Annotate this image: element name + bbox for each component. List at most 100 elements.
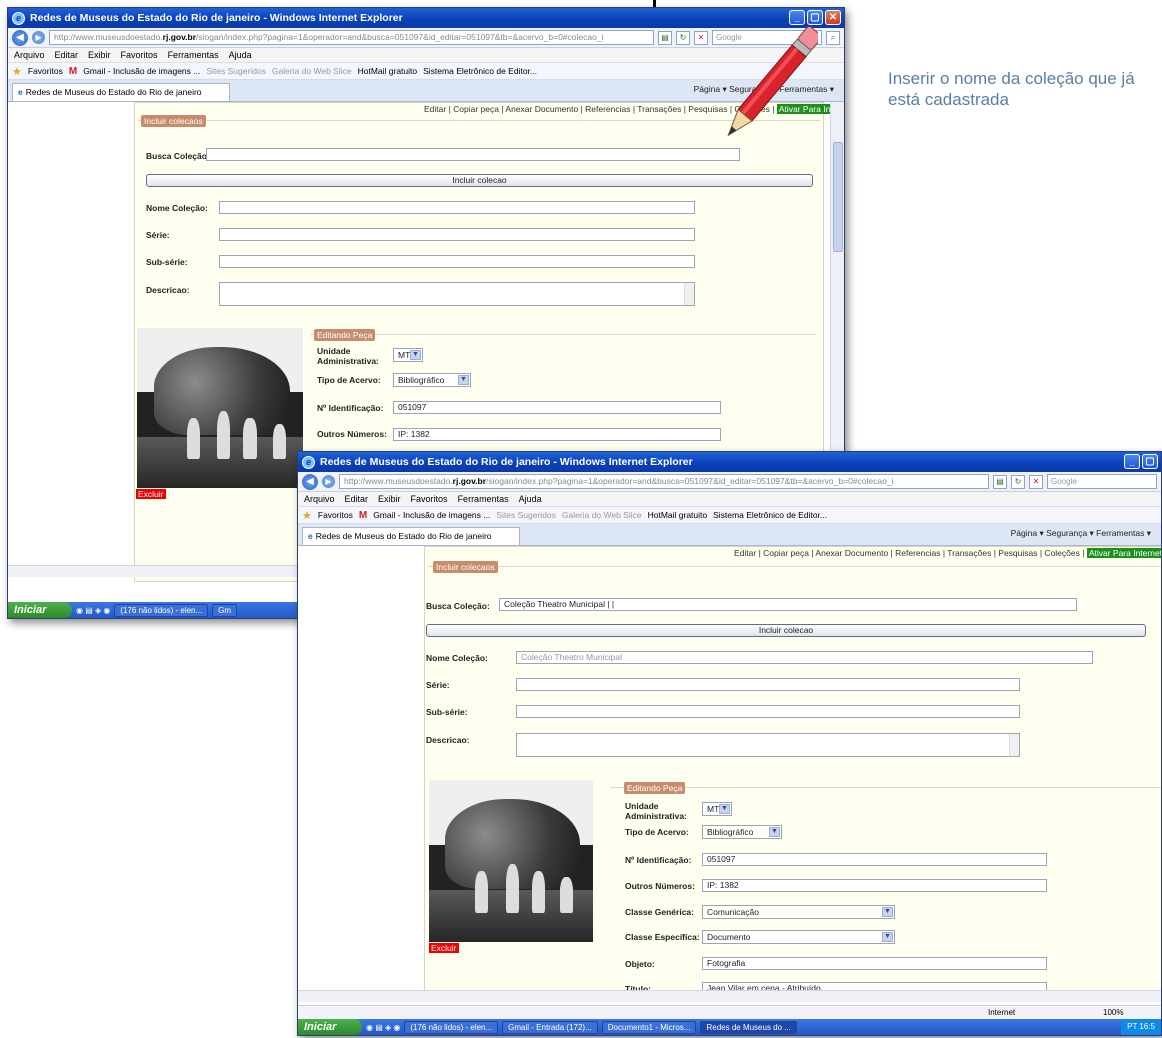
- menu-arquivo[interactable]: Arquivo: [14, 50, 45, 60]
- menu-ajuda[interactable]: Ajuda: [229, 50, 252, 60]
- busca-colecao-input[interactable]: [206, 148, 740, 161]
- favorite-sites-sugeridos[interactable]: Sites Sugeridos: [496, 510, 556, 520]
- page-icon: e: [18, 87, 23, 97]
- tab-redes-museus[interactable]: e Redes de Museus do Estado do Rio de jan…: [302, 527, 520, 545]
- search-field[interactable]: Google: [1047, 474, 1157, 489]
- start-button[interactable]: Iniciar: [298, 1019, 362, 1035]
- classe-especifica-label: Classe Específica:: [625, 932, 700, 942]
- favorite-sites-sugeridos[interactable]: Sites Sugeridos: [206, 66, 266, 76]
- favorites-button[interactable]: Favoritos: [318, 510, 353, 520]
- subserie-input[interactable]: [516, 705, 1020, 718]
- forward-button[interactable]: ▶: [32, 31, 45, 44]
- favorite-gmail[interactable]: Gmail - Inclusão de imagens ...: [373, 510, 490, 520]
- textarea-scrollbar[interactable]: [684, 283, 694, 305]
- textarea-scrollbar[interactable]: [1009, 734, 1019, 756]
- task-gmail-unread[interactable]: (176 não lidos) - elen...: [404, 1020, 499, 1034]
- task-redes-museus[interactable]: Redes de Museus do ...: [700, 1020, 797, 1034]
- horizontal-scrollbar[interactable]: [298, 990, 1161, 1002]
- nome-colecao-input[interactable]: [219, 201, 695, 214]
- excluir-button[interactable]: Excluir: [429, 943, 459, 953]
- descricao-textarea[interactable]: [219, 282, 695, 306]
- back-button[interactable]: ◀: [12, 29, 28, 46]
- favorites-bar: ★ Favoritos M Gmail - Inclusão de imagen…: [8, 63, 844, 80]
- unidade-select[interactable]: MT ▼: [393, 348, 423, 362]
- incluir-colecao-button[interactable]: Incluir colecao: [146, 174, 813, 187]
- menu-ferramentas[interactable]: Ferramentas: [458, 494, 509, 504]
- task-gmail-unread[interactable]: (176 não lidos) - elen...: [114, 603, 209, 617]
- menu-favoritos[interactable]: Favoritos: [121, 50, 158, 60]
- classe-generica-label: Classe Genérica:: [625, 907, 694, 917]
- quicklaunch-icons[interactable]: ◉ ▤ ◈ ◉: [76, 606, 110, 615]
- serie-input[interactable]: [516, 678, 1020, 691]
- favorite-sistema[interactable]: Sistema Eletrônico de Editor...: [423, 66, 537, 76]
- stop-icon[interactable]: ✕: [1029, 474, 1043, 489]
- tab-redes-museus[interactable]: e Redes de Museus do Estado do Rio de jan…: [12, 83, 230, 101]
- objeto-input[interactable]: Fotografia: [702, 957, 1047, 970]
- busca-colecao-input[interactable]: Coleção Theatro Municipal | |: [499, 598, 1077, 611]
- forward-button[interactable]: ▶: [322, 475, 335, 488]
- url-field[interactable]: http://www.museusdoestado.rj.gov.br/siog…: [339, 474, 989, 489]
- start-button[interactable]: Iniciar: [8, 602, 72, 618]
- minimize-button[interactable]: _: [1124, 454, 1140, 469]
- refresh-icon[interactable]: ↻: [676, 30, 690, 45]
- identificacao-label: Nº Identificação:: [317, 403, 384, 413]
- nome-colecao-input[interactable]: Coleção Theatro Municipal: [516, 651, 1093, 664]
- chevron-down-icon: ▼: [769, 827, 780, 837]
- favorite-hotmail[interactable]: HotMail gratuito: [648, 510, 708, 520]
- compat-view-icon[interactable]: ▤: [658, 30, 672, 45]
- tipo-acervo-select[interactable]: Bibliográfico ▼: [702, 825, 782, 839]
- chevron-down-icon: ▼: [882, 932, 893, 942]
- descricao-textarea[interactable]: [516, 733, 1020, 757]
- excluir-button[interactable]: Excluir: [136, 489, 166, 499]
- ativar-internet-button[interactable]: Ativar Para Internet: [1086, 548, 1161, 558]
- window-titlebar[interactable]: e Redes de Museus do Estado do Rio de ja…: [8, 8, 844, 28]
- serie-input[interactable]: [219, 228, 695, 241]
- favorite-galeria[interactable]: Galeria do Web Slice: [562, 510, 642, 520]
- command-bar[interactable]: Página ▾ Segurança ▾ Ferramentas ▾: [1011, 528, 1151, 539]
- system-tray: PT 16:5: [1121, 1019, 1161, 1035]
- compat-view-icon[interactable]: ▤: [993, 474, 1007, 489]
- tipo-acervo-select[interactable]: Bibliográfico ▼: [393, 373, 471, 387]
- objeto-label: Objeto:: [625, 959, 655, 969]
- outros-numeros-input[interactable]: IP: 1382: [702, 879, 1047, 892]
- outros-numeros-input[interactable]: IP: 1382: [393, 428, 721, 441]
- back-button[interactable]: ◀: [302, 473, 318, 490]
- menu-favoritos[interactable]: Favoritos: [411, 494, 448, 504]
- favorite-galeria[interactable]: Galeria do Web Slice: [272, 66, 352, 76]
- task-gmail[interactable]: Gm: [212, 603, 238, 617]
- menu-exibir[interactable]: Exibir: [88, 50, 111, 60]
- menu-arquivo[interactable]: Arquivo: [304, 494, 335, 504]
- identificacao-input[interactable]: 051097: [393, 401, 721, 414]
- maximize-button[interactable]: ▢: [1142, 454, 1158, 469]
- classe-especifica-select[interactable]: Documento ▼: [702, 930, 895, 944]
- quicklaunch-icons[interactable]: ◉ ▤ ◈ ◉: [366, 1023, 400, 1032]
- descricao-label: Descricao:: [426, 735, 470, 745]
- task-gmail-inbox[interactable]: Gmail - Entrada (172)...: [502, 1020, 598, 1034]
- identificacao-input[interactable]: 051097: [702, 853, 1047, 866]
- url-field[interactable]: http://www.museusdoestado.rj.gov.br/siog…: [49, 30, 654, 45]
- tipo-acervo-label: Tipo de Acervo:: [317, 375, 381, 385]
- refresh-icon[interactable]: ↻: [1011, 474, 1025, 489]
- nome-colecao-label: Nome Coleção:: [426, 653, 488, 663]
- favorite-sistema[interactable]: Sistema Eletrônico de Editor...: [713, 510, 827, 520]
- task-documento[interactable]: Documento1 - Micros...: [601, 1020, 697, 1034]
- menu-editar[interactable]: Editar: [345, 494, 369, 504]
- incluir-colecao-button[interactable]: Incluir colecao: [426, 624, 1146, 637]
- favorites-button[interactable]: Favoritos: [28, 66, 63, 76]
- window-titlebar[interactable]: e Redes de Museus do Estado do Rio de ja…: [298, 452, 1161, 472]
- close-button[interactable]: ✕: [825, 10, 841, 25]
- stop-icon[interactable]: ✕: [694, 30, 708, 45]
- menu-exibir[interactable]: Exibir: [378, 494, 401, 504]
- subserie-input[interactable]: [219, 255, 695, 268]
- unidade-select[interactable]: MT ▼: [702, 802, 732, 816]
- classe-generica-select[interactable]: Comunicação ▼: [702, 905, 895, 919]
- favorite-gmail[interactable]: Gmail - Inclusão de imagens ...: [83, 66, 200, 76]
- favorite-hotmail[interactable]: HotMail gratuito: [358, 66, 418, 76]
- page-icon: e: [308, 531, 313, 541]
- menu-ajuda[interactable]: Ajuda: [519, 494, 542, 504]
- menu-editar[interactable]: Editar: [55, 50, 79, 60]
- zoom-level[interactable]: 100%: [1103, 1006, 1123, 1019]
- search-icon[interactable]: ⌕: [826, 30, 840, 45]
- address-bar: ◀ ▶ http://www.museusdoestado.rj.gov.br/…: [8, 28, 844, 48]
- menu-ferramentas[interactable]: Ferramentas: [168, 50, 219, 60]
